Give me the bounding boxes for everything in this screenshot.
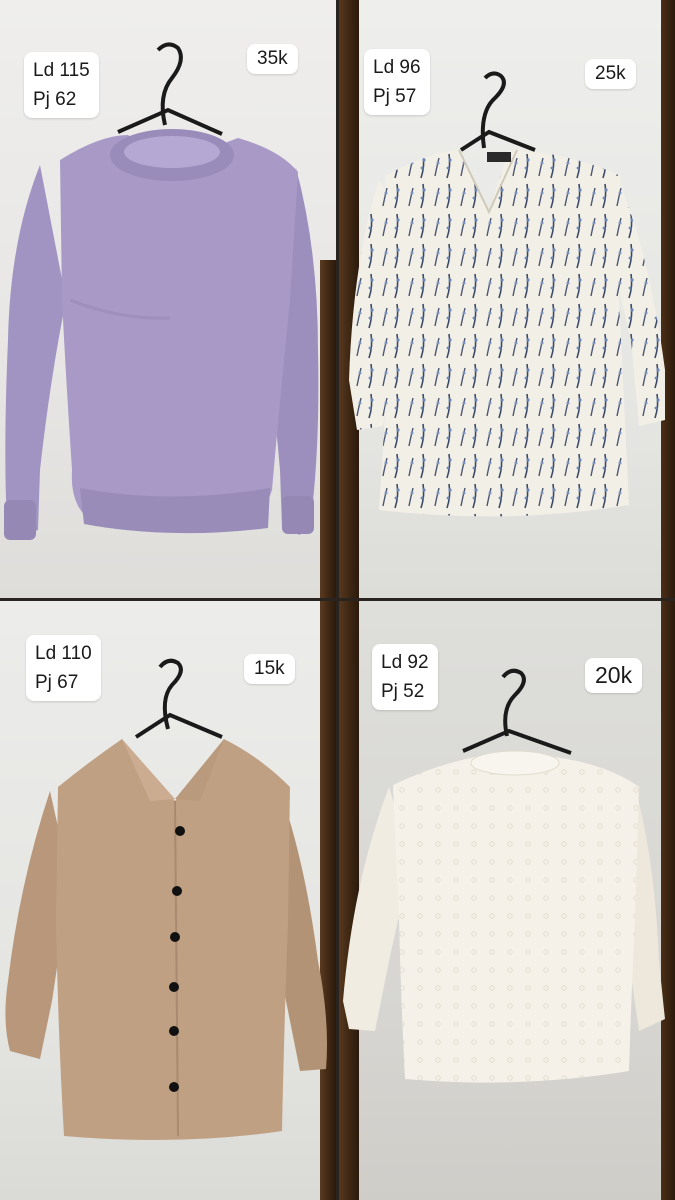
- size-ld: Ld 115: [33, 60, 90, 81]
- price-badge: 35k: [247, 44, 298, 74]
- listing-tan-blouse[interactable]: Ld 110 Pj 67 15k: [0, 601, 336, 1200]
- size-ld: Ld 110: [35, 643, 92, 664]
- size-label: Ld 110 Pj 67: [26, 635, 101, 701]
- price-badge: 25k: [585, 59, 636, 89]
- size-ld: Ld 92: [381, 652, 429, 673]
- size-pj: Pj 57: [373, 86, 417, 107]
- price-badge: 20k: [585, 658, 643, 693]
- product-collage: Ld 115 Pj 62 35k Ld 96 Pj 57 25k Ld 110 …: [0, 0, 675, 1200]
- size-pj: Pj 62: [33, 89, 77, 110]
- listing-lilac-sweatshirt[interactable]: Ld 115 Pj 62 35k: [0, 0, 336, 598]
- size-label: Ld 96 Pj 57: [364, 49, 430, 115]
- size-label: Ld 92 Pj 52: [372, 644, 438, 710]
- price-badge: 15k: [244, 654, 295, 684]
- listing-floral-blouse[interactable]: Ld 96 Pj 57 25k: [339, 0, 675, 598]
- listing-white-lace-blouse[interactable]: Ld 92 Pj 52 20k: [339, 601, 675, 1200]
- size-pj: Pj 67: [35, 672, 79, 693]
- size-ld: Ld 96: [373, 57, 421, 78]
- size-label: Ld 115 Pj 62: [24, 52, 99, 118]
- size-pj: Pj 52: [381, 681, 425, 702]
